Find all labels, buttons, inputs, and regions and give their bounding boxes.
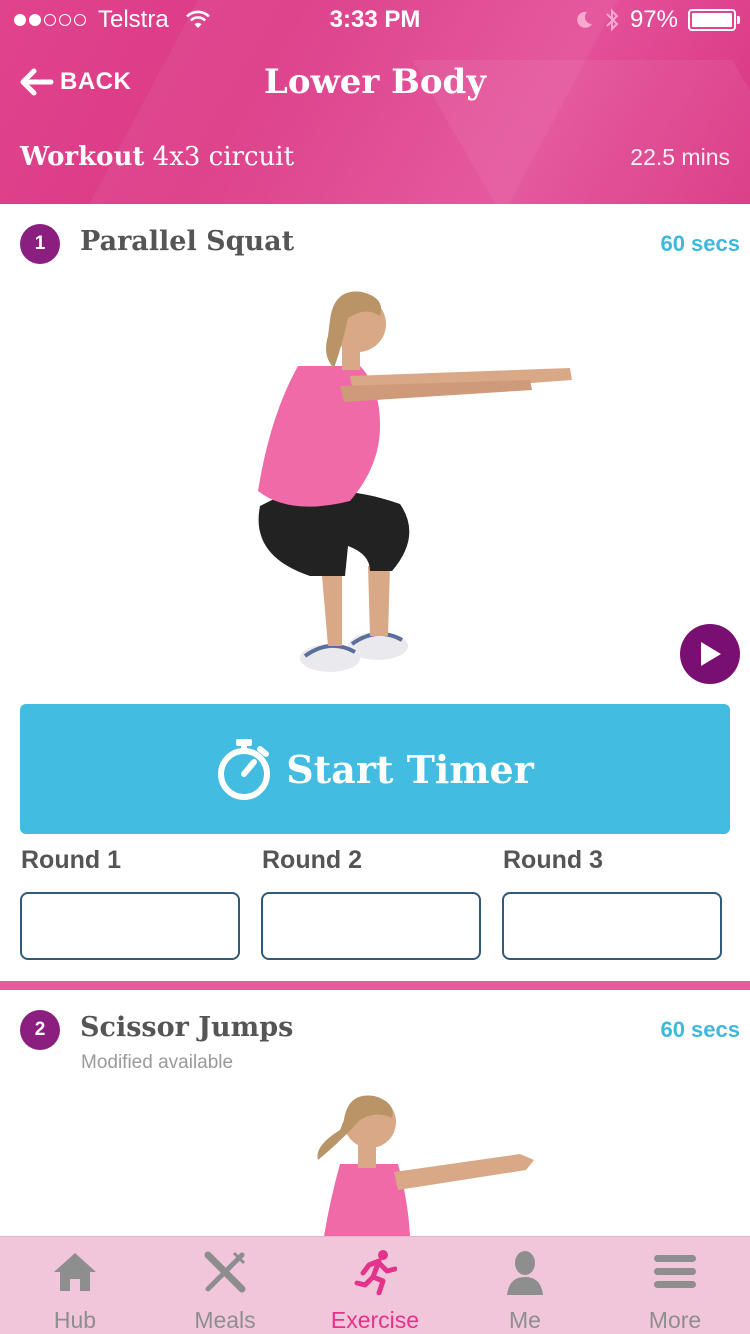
exercise-subtitle: Modified available: [81, 1052, 234, 1073]
bluetooth-icon: [606, 8, 619, 32]
nav-bar: BACK Lower Body: [0, 60, 750, 110]
fork-knife-icon: [204, 1251, 246, 1293]
tab-me[interactable]: Me: [450, 1237, 600, 1334]
start-timer-label: Start Timer: [286, 746, 534, 792]
moon-icon: [577, 11, 592, 28]
battery-percent: 97%: [629, 6, 678, 33]
tab-bar: Hub Meals Exercise Me More: [0, 1236, 750, 1334]
battery-icon: [688, 9, 740, 31]
tab-exercise[interactable]: Exercise: [300, 1237, 450, 1334]
tab-meals[interactable]: Meals: [150, 1237, 300, 1334]
workout-info: Workout 4x3 circuit: [20, 142, 294, 172]
tab-label: Me: [509, 1307, 541, 1333]
start-timer-button[interactable]: Start Timer: [20, 704, 730, 834]
round-2-label: Round 2: [262, 846, 362, 874]
status-bar: Telstra 3:33 PM 97%: [0, 0, 750, 40]
round-1-label: Round 1: [21, 846, 121, 874]
tab-hub[interactable]: Hub: [0, 1237, 150, 1334]
page-title: Lower Body: [263, 62, 487, 102]
running-person-icon: [354, 1250, 397, 1295]
exercise-duration: 60 secs: [660, 231, 740, 256]
exercise-number-badge: 2: [20, 1010, 60, 1050]
workout-label: Workout: [20, 142, 145, 172]
round-3-input[interactable]: [502, 892, 722, 960]
play-video-button[interactable]: [680, 624, 740, 684]
home-icon: [54, 1253, 96, 1291]
exercise-name: Scissor Jumps: [80, 1012, 294, 1043]
tab-label: Meals: [194, 1307, 256, 1333]
exercise-illustration-scissor-jumps[interactable]: [300, 1090, 550, 1236]
round-2-input[interactable]: [261, 892, 481, 960]
exercise-illustration-squat[interactable]: [230, 276, 590, 686]
workout-duration: 22.5 mins: [630, 144, 730, 170]
tab-more[interactable]: More: [600, 1237, 750, 1334]
play-icon: [701, 642, 721, 666]
workout-type: 4x3 circuit: [152, 142, 295, 172]
tab-label: Exercise: [330, 1307, 420, 1333]
exercise-duration: 60 secs: [660, 1017, 740, 1042]
status-right: 97%: [574, 6, 740, 34]
round-3-label: Round 3: [503, 846, 603, 874]
round-1-input[interactable]: [20, 892, 240, 960]
person-icon: [507, 1251, 543, 1295]
exercise-number-badge: 1: [20, 224, 60, 264]
tab-label: Hub: [53, 1307, 97, 1333]
section-divider: [0, 981, 750, 990]
header: Telstra 3:33 PM 97% BACK Lower Body Work…: [0, 0, 750, 204]
tab-label: More: [648, 1307, 702, 1333]
menu-icon: [654, 1255, 696, 1288]
exercise-name: Parallel Squat: [80, 226, 295, 257]
stopwatch-icon: [218, 739, 271, 800]
